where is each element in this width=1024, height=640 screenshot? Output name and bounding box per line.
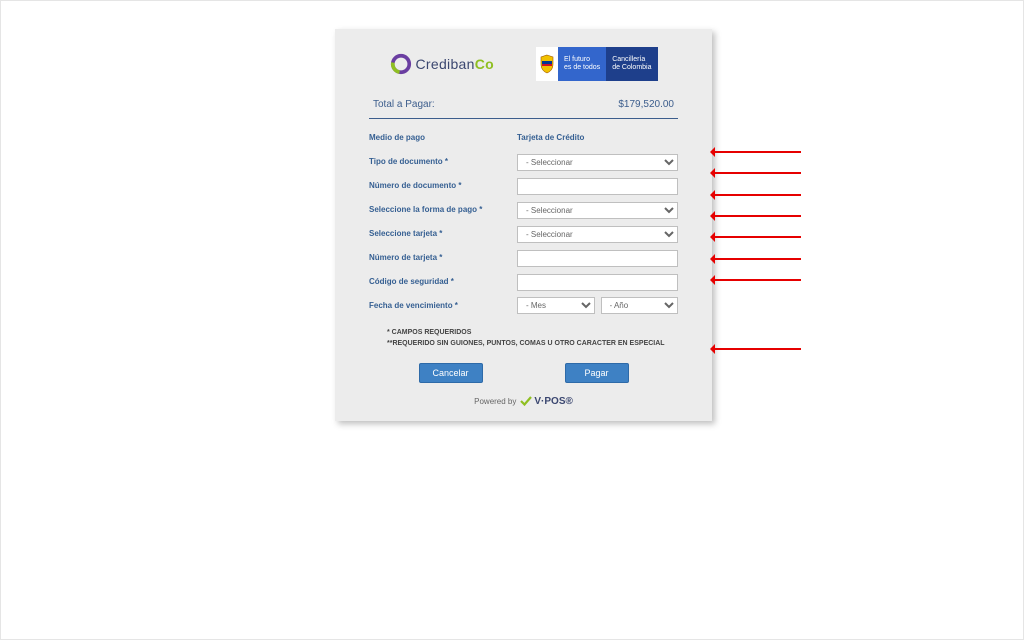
card-number-label: Número de tarjeta * <box>369 253 517 262</box>
powered-by-label: Powered by <box>474 397 516 406</box>
gov-mid-line2: es de todos <box>564 64 600 72</box>
gov-mid-line1: El futuro <box>564 56 600 64</box>
gov-badge: El futuro es de todos Cancillería de Col… <box>536 47 658 81</box>
payment-method-label: Medio de pago <box>369 133 517 142</box>
panel-header: CredibanCo El futuro es de todos Cancill <box>335 29 712 95</box>
vpos-check-icon <box>520 395 532 407</box>
vpos-logo: V·POS® <box>520 395 573 407</box>
pay-form-label: Seleccione la forma de pago * <box>369 205 517 214</box>
callout-arrow <box>713 194 801 196</box>
cvv-label: Código de seguridad * <box>369 277 517 286</box>
colombia-shield-icon <box>536 47 558 81</box>
credibanco-co: Co <box>475 56 494 72</box>
credibanco-ring-icon <box>390 53 412 75</box>
expiry-label: Fecha de vencimiento * <box>369 301 517 310</box>
doc-type-select[interactable]: - Seleccionar <box>517 154 678 171</box>
pay-button[interactable]: Pagar <box>565 363 629 383</box>
credibanco-logo: CredibanCo <box>390 53 494 75</box>
total-row: Total a Pagar: $179,520.00 <box>335 95 712 114</box>
note-required: * CAMPOS REQUERIDOS <box>387 329 678 336</box>
doc-number-label: Número de documento * <box>369 181 517 190</box>
pay-form-select[interactable]: - Seleccionar <box>517 202 678 219</box>
card-number-input[interactable] <box>517 250 678 267</box>
gov-right-line1: Cancillería <box>612 56 651 64</box>
expiry-month-select[interactable]: - Mes <box>517 297 595 314</box>
expiry-year-select[interactable]: - Año <box>601 297 679 314</box>
total-amount: $179,520.00 <box>618 99 674 110</box>
callout-arrow <box>713 258 801 260</box>
doc-number-input[interactable] <box>517 178 678 195</box>
payment-panel: CredibanCo El futuro es de todos Cancill <box>335 29 712 421</box>
callout-arrow <box>713 236 801 238</box>
callout-arrow <box>713 172 801 174</box>
payment-form: Medio de pago Tarjeta de Crédito Tipo de… <box>335 127 712 347</box>
total-label: Total a Pagar: <box>373 99 435 110</box>
cancel-button[interactable]: Cancelar <box>419 363 483 383</box>
doc-type-label: Tipo de documento * <box>369 157 517 166</box>
credibanco-text: Crediban <box>416 56 475 72</box>
cvv-input[interactable] <box>517 274 678 291</box>
note-no-symbols: **REQUERIDO SIN GUIONES, PUNTOS, COMAS U… <box>387 340 678 347</box>
callout-arrow <box>713 348 801 350</box>
callout-arrow <box>713 215 801 217</box>
gov-right-line2: de Colombia <box>612 64 651 72</box>
footer: Powered by V·POS® <box>335 395 712 407</box>
divider <box>369 118 678 119</box>
card-select[interactable]: - Seleccionar <box>517 226 678 243</box>
callout-arrow <box>713 151 801 153</box>
payment-method-value: Tarjeta de Crédito <box>517 133 678 142</box>
callout-arrow <box>713 279 801 281</box>
card-select-label: Seleccione tarjeta * <box>369 229 517 238</box>
